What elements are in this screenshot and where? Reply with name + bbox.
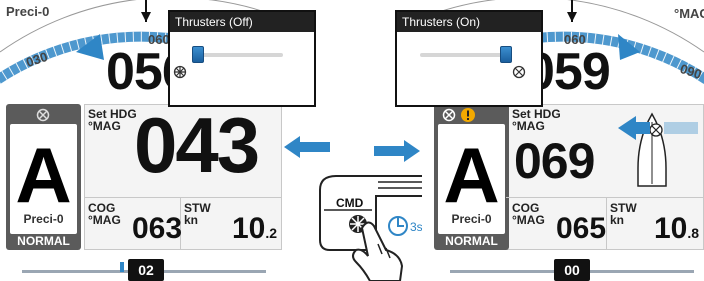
popup-title: Thrusters (On) [397, 12, 541, 32]
compass-source-label: Preci-0 [6, 4, 50, 19]
set-hdg-unit: °MAG [88, 119, 121, 133]
autopilot-mode-box[interactable]: A Preci-0 NORMAL [6, 104, 81, 250]
thrusters-on-popup[interactable]: Thrusters (On) [395, 10, 543, 107]
lubber-line-icon [567, 12, 577, 22]
thruster-off-icon [173, 65, 187, 79]
thruster-icon [442, 108, 456, 122]
cog-unit: °MAG [88, 213, 121, 227]
stw-unit: kn [610, 213, 625, 227]
rudder-angle-badge: 00 [554, 259, 590, 281]
compass-unit-label: °MAG [674, 6, 704, 21]
stw-value: 10.2 [232, 212, 278, 245]
vessel-thruster-icon [618, 112, 698, 187]
stw-unit: kn [184, 213, 199, 227]
hold-time-label: 3s [410, 220, 423, 234]
set-hdg-value: 043 [134, 101, 260, 189]
thruster-icon [36, 108, 50, 122]
cog-value: 063 [132, 212, 183, 245]
thruster-slider-track[interactable] [420, 53, 510, 57]
cmd-button-illustration: CMD 3s [316, 170, 426, 281]
popup-title: Thrusters (Off) [170, 12, 314, 32]
thruster-on-icon [512, 65, 526, 79]
mode-source: Preci-0 [23, 212, 64, 226]
thruster-slider-thumb[interactable] [191, 46, 204, 63]
set-hdg-unit: °MAG [512, 119, 545, 133]
mode-status: NORMAL [17, 234, 70, 248]
cog-value: 065 [556, 212, 607, 245]
cmd-button-label: CMD [336, 196, 364, 210]
cog-unit: °MAG [512, 213, 545, 227]
arrow-left-icon [284, 136, 330, 158]
rudder-indicator [120, 262, 124, 272]
rudder-angle-badge: 02 [128, 259, 164, 281]
lubber-line-icon [141, 12, 151, 22]
warning-icon [461, 108, 475, 122]
mode-letter: A [443, 131, 500, 219]
thruster-slider-thumb[interactable] [499, 46, 512, 63]
arrow-right-icon [374, 140, 420, 162]
mode-letter: A [15, 131, 72, 219]
set-hdg-value: 069 [514, 133, 595, 189]
mode-source: Preci-0 [451, 212, 492, 226]
mode-status: NORMAL [445, 234, 498, 248]
stw-value: 10.8 [654, 212, 700, 245]
thrusters-off-popup[interactable]: Thrusters (Off) [168, 10, 316, 107]
thruster-slider-track[interactable] [193, 53, 283, 57]
autopilot-mode-box[interactable]: A Preci-0 NORMAL [434, 104, 509, 250]
